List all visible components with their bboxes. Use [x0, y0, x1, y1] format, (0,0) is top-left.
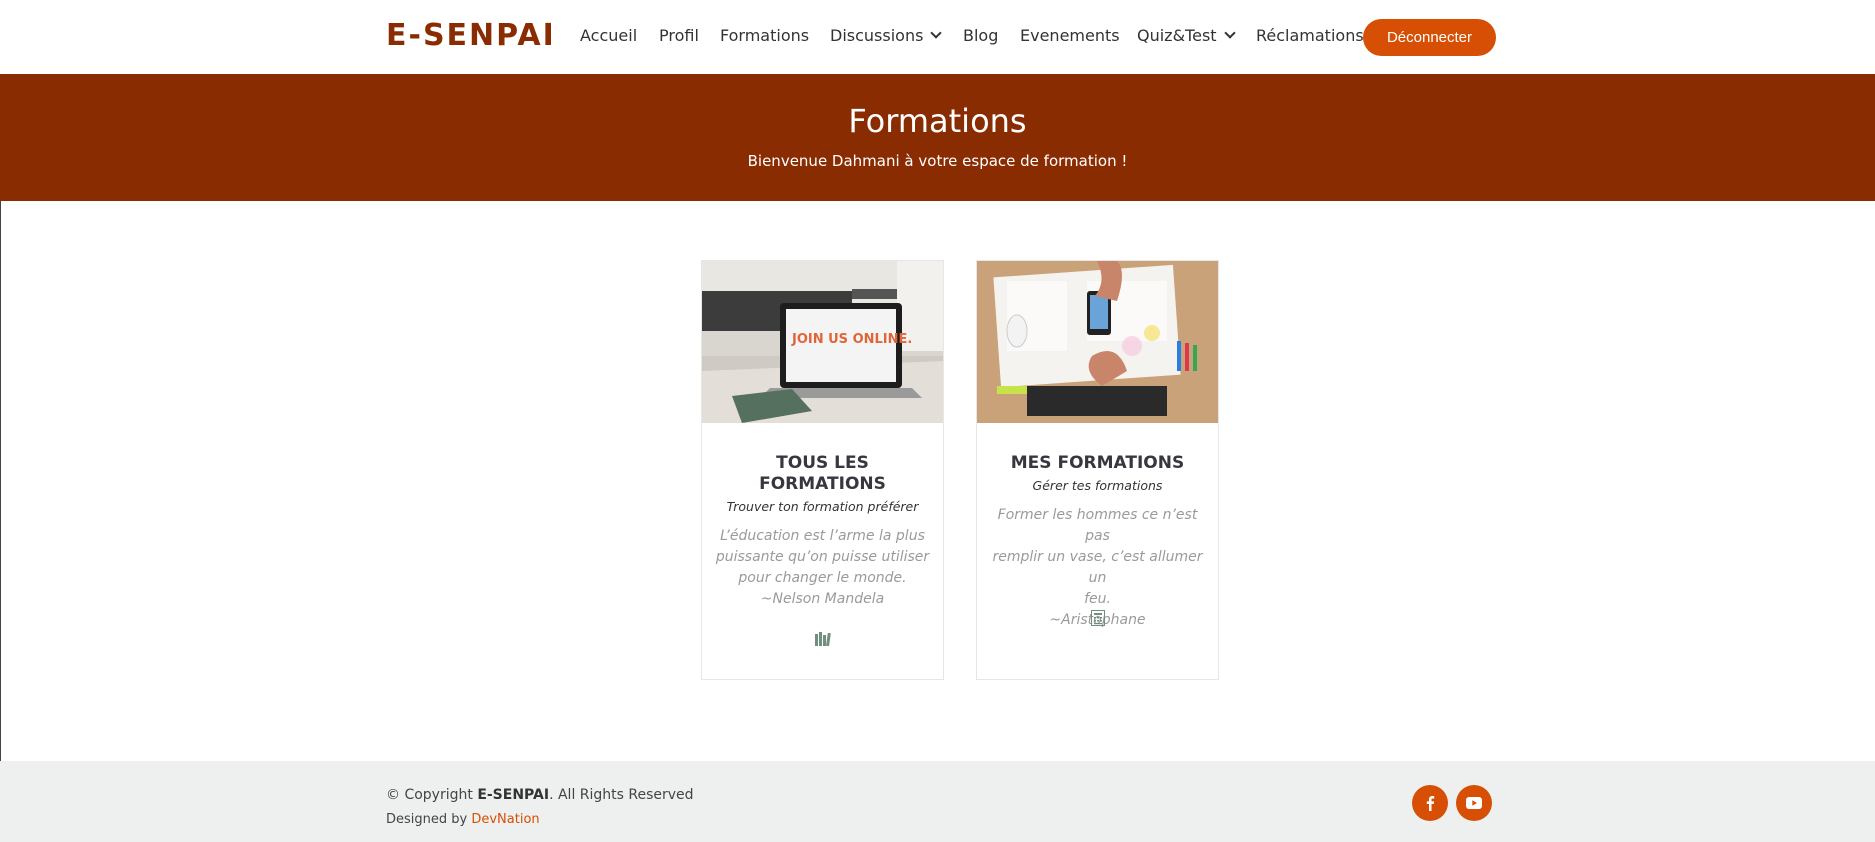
card-title-line1: TOUS LES	[776, 453, 869, 473]
logout-button[interactable]: Déconnecter	[1363, 19, 1496, 56]
designed-by: Designed by DevNation	[386, 812, 540, 827]
nav-item-blog[interactable]: Blog	[963, 26, 998, 45]
devnation-link[interactable]: DevNation	[471, 812, 539, 827]
card-all-formations[interactable]: JOIN US ONLINE. TOUS LES FORMATIONS Trou…	[701, 260, 944, 680]
card-image-laptop: JOIN US ONLINE.	[702, 261, 943, 423]
quote-line: L’éducation est l’arme la plus	[720, 528, 925, 544]
nav-item-formations[interactable]: Formations	[720, 26, 809, 45]
quote-line: puissante qu’on puisse utiliser	[715, 549, 930, 565]
card-image-desk	[977, 261, 1218, 423]
card-quote: L’éducation est l’arme la plus puissante…	[714, 526, 931, 610]
page-hero: Formations Bienvenue Dahmani à votre esp…	[0, 74, 1875, 201]
welcome-message: Bienvenue Dahmani à votre espace de form…	[747, 152, 1128, 170]
quote-author: ~Nelson Mandela	[760, 591, 885, 607]
card-title: TOUS LES FORMATIONS	[712, 453, 933, 495]
facebook-icon	[1426, 796, 1435, 811]
youtube-button[interactable]	[1456, 785, 1492, 821]
brand-logo[interactable]: E-SENPAI	[386, 18, 556, 53]
card-my-formations[interactable]: MES FORMATIONS Gérer tes formations Form…	[976, 260, 1219, 680]
quote-line: pour changer le monde.	[738, 570, 907, 586]
copyright-suffix: . All Rights Reserved	[549, 787, 694, 803]
page-title: Formations	[848, 102, 1027, 140]
nav-item-evenements[interactable]: Evenements	[1020, 26, 1120, 45]
card-subtitle: Trouver ton formation préférer	[726, 499, 919, 514]
card-image-caption: JOIN US ONLINE.	[791, 332, 912, 347]
nav-item-discussions[interactable]: Discussions	[830, 26, 943, 45]
site-footer: © Copyright E-SENPAI. All Rights Reserve…	[0, 761, 1875, 842]
copyright-text: © Copyright E-SENPAI. All Rights Reserve…	[386, 787, 694, 803]
books-icon	[702, 631, 943, 647]
chevron-down-icon	[1223, 27, 1236, 39]
card-title-line2: FORMATIONS	[759, 474, 886, 494]
quote-line: remplir un vase, c’est allumer un	[992, 549, 1203, 586]
card-subtitle: Gérer tes formations	[1032, 478, 1163, 493]
card-title: MES FORMATIONS	[1010, 453, 1185, 473]
quote-line: feu.	[1084, 591, 1111, 607]
nav-item-discussions-label: Discussions	[830, 26, 924, 45]
site-header: E-SENPAI Accueil Profil Formations Discu…	[0, 0, 1875, 74]
copyright-brand: E-SENPAI	[477, 787, 550, 803]
nav-item-reclamations[interactable]: Réclamations	[1256, 26, 1364, 45]
chevron-down-icon	[930, 27, 943, 39]
designed-prefix: Designed by	[386, 812, 468, 827]
quote-line: Former les hommes ce n’est pas	[997, 507, 1198, 544]
youtube-icon	[1466, 797, 1482, 809]
nav-item-quiz-test[interactable]: Quiz&Test	[1137, 26, 1236, 45]
nav-item-accueil[interactable]: Accueil	[580, 26, 637, 45]
calculator-icon	[977, 610, 1218, 626]
nav-item-profil[interactable]: Profil	[659, 26, 699, 45]
nav-item-quiz-test-label: Quiz&Test	[1137, 26, 1217, 45]
facebook-button[interactable]	[1412, 785, 1448, 821]
copyright-prefix: © Copyright	[386, 787, 473, 803]
